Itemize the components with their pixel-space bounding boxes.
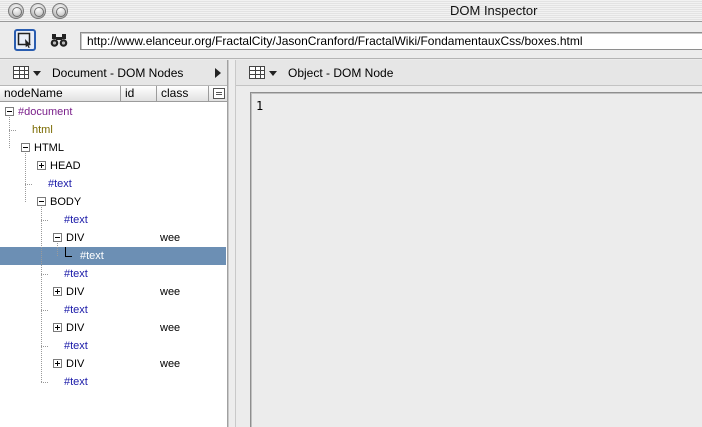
tree-guide-line xyxy=(57,243,58,256)
expand-icon[interactable] xyxy=(53,287,62,296)
column-id[interactable]: id xyxy=(121,86,157,102)
tree-row[interactable]: #text xyxy=(0,301,226,319)
tree-node-label: DIV xyxy=(66,322,85,334)
tree-row[interactable]: BODY xyxy=(0,193,226,211)
inspect-icon xyxy=(17,32,31,48)
tree-row[interactable]: HEAD xyxy=(0,157,226,175)
tree-node-label: #text xyxy=(48,178,72,190)
tree-node-label: DIV xyxy=(66,286,85,298)
column-class[interactable]: class xyxy=(157,86,209,102)
close-window-button[interactable] xyxy=(8,3,24,19)
tree-connector xyxy=(41,310,48,311)
title-bar: DOM Inspector xyxy=(0,0,702,22)
tree-node-label: #text xyxy=(64,268,88,280)
object-panel-header: Object - DOM Node xyxy=(236,60,702,86)
tree-connector xyxy=(41,382,48,383)
tree-node-label: DIV xyxy=(66,232,85,244)
tree-connector xyxy=(41,220,48,221)
tree-node-class: wee xyxy=(160,358,181,370)
tree-row[interactable]: #text xyxy=(0,265,226,283)
find-node-button[interactable] xyxy=(48,29,70,51)
tree-node-label: DIV xyxy=(66,358,85,370)
dom-nodes-panel-title: Document - DOM Nodes xyxy=(52,66,184,80)
panel-splitter[interactable] xyxy=(228,60,236,427)
tree-node-label: #text xyxy=(64,340,88,352)
tree-node-label: #text xyxy=(64,376,88,388)
minimize-window-button[interactable] xyxy=(30,3,46,19)
dom-nodes-panel: Document - DOM Nodes nodeName id class #… xyxy=(0,60,228,427)
tree-row[interactable]: DIV wee xyxy=(0,319,226,337)
tree-row[interactable]: DIV wee xyxy=(0,283,226,301)
tree-row[interactable]: #text xyxy=(0,211,226,229)
tree-node-label: BODY xyxy=(50,196,82,208)
tree-row[interactable]: DIV wee xyxy=(0,229,226,247)
zoom-window-button[interactable] xyxy=(52,3,68,19)
column-picker-icon[interactable] xyxy=(213,88,225,99)
arrow-right-icon[interactable] xyxy=(215,68,221,78)
tree-guide-line xyxy=(25,153,26,202)
tree-node-label: html xyxy=(32,124,53,136)
tree-node-label: #text xyxy=(64,214,88,226)
panel-menu-icon[interactable] xyxy=(13,66,29,79)
tree-node-label: #text xyxy=(64,304,88,316)
column-nodename[interactable]: nodeName xyxy=(0,86,121,102)
expand-icon[interactable] xyxy=(53,359,62,368)
object-panel: Object - DOM Node 1 xyxy=(236,60,702,427)
tree-connector xyxy=(41,346,48,347)
tree-row[interactable]: #text xyxy=(0,337,226,355)
tree-row[interactable]: #document xyxy=(0,103,226,121)
tree-node-class: wee xyxy=(160,232,181,244)
chevron-down-icon[interactable] xyxy=(33,71,41,76)
tree-connector xyxy=(9,130,16,131)
chevron-down-icon[interactable] xyxy=(269,71,277,76)
tree-node-class: wee xyxy=(160,286,181,298)
binoculars-icon xyxy=(50,34,68,47)
collapse-icon[interactable] xyxy=(5,107,14,116)
tree-row[interactable]: HTML xyxy=(0,139,226,157)
tree-guide-line xyxy=(9,117,10,148)
inspect-button[interactable] xyxy=(14,29,36,51)
tree-connector xyxy=(41,274,48,275)
panel-menu-icon[interactable] xyxy=(249,66,265,79)
column-header-row: nodeName id class xyxy=(0,86,227,102)
toolbar: http://www.elanceur.org/FractalCity/Jaso… xyxy=(0,23,702,59)
tree-node-label: HTML xyxy=(34,142,64,154)
tree-node-class: wee xyxy=(160,322,181,334)
tree-connector xyxy=(25,184,32,185)
tree-row[interactable]: DIV wee xyxy=(0,355,226,373)
tree-row[interactable]: #text xyxy=(0,175,226,193)
expand-icon[interactable] xyxy=(53,323,62,332)
node-value: 1 xyxy=(256,99,264,113)
window-title: DOM Inspector xyxy=(450,3,538,18)
expand-icon[interactable] xyxy=(37,161,46,170)
tree-guide-line xyxy=(41,207,42,382)
tree-node-label: HEAD xyxy=(50,160,81,172)
collapse-icon[interactable] xyxy=(37,197,46,206)
tree-row[interactable]: #text xyxy=(0,247,226,265)
url-field[interactable]: http://www.elanceur.org/FractalCity/Jaso… xyxy=(80,32,702,50)
collapse-icon[interactable] xyxy=(21,143,30,152)
tree-row[interactable]: #text xyxy=(0,373,226,391)
tree-node-label: #document xyxy=(18,106,73,118)
tree-connector xyxy=(65,256,72,257)
object-panel-title: Object - DOM Node xyxy=(288,66,394,80)
collapse-icon[interactable] xyxy=(53,233,62,242)
tree-row[interactable]: html xyxy=(0,121,226,139)
node-value-box[interactable]: 1 xyxy=(250,92,702,427)
tree-node-label: #text xyxy=(80,250,104,262)
dom-nodes-panel-header: Document - DOM Nodes xyxy=(0,60,227,86)
